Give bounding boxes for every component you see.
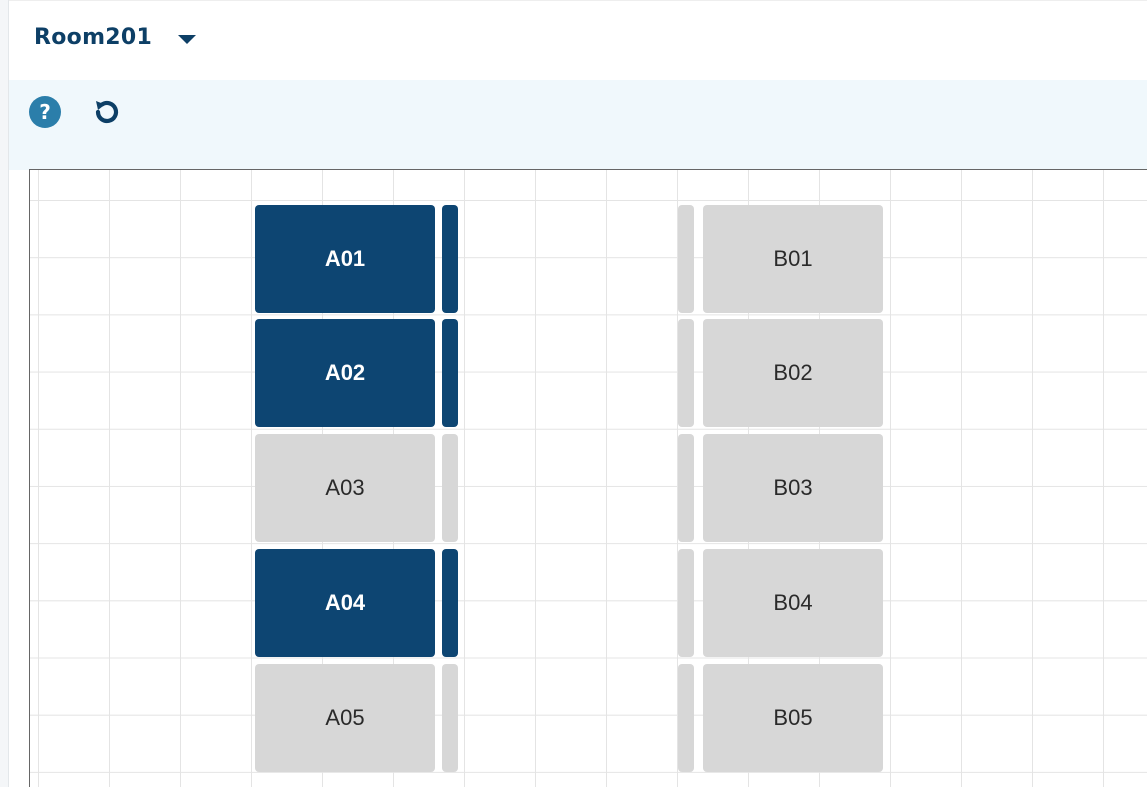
toolbar: ? xyxy=(9,80,1147,170)
seat-a02[interactable]: A02 xyxy=(255,319,460,427)
seat-side-bar xyxy=(678,664,694,772)
seat-label: A03 xyxy=(255,434,435,542)
room-name: Room201 xyxy=(34,25,153,50)
seat-map-canvas: A01 A02 A03 A04 A05 B01 B02 B03 B04 B05 xyxy=(29,169,1147,787)
app-window: Room201 ? A01 A02 A03 A04 A05 B01 B02 B03 B04 B05 xyxy=(0,0,1147,787)
caret-down-icon xyxy=(178,35,197,44)
seat-a03[interactable]: A03 xyxy=(255,434,460,542)
seat-side-bar xyxy=(442,205,458,313)
seat-label: A02 xyxy=(255,319,435,427)
seat-b01[interactable]: B01 xyxy=(678,205,883,313)
help-icon[interactable]: ? xyxy=(29,96,61,128)
seat-side-bar xyxy=(442,434,458,542)
seat-side-bar xyxy=(678,319,694,427)
room-selector-dropdown[interactable]: Room201 xyxy=(34,25,197,50)
seat-side-bar xyxy=(442,664,458,772)
seat-side-bar xyxy=(678,205,694,313)
seat-side-bar xyxy=(678,434,694,542)
seat-label: B03 xyxy=(703,434,883,542)
seat-label: B01 xyxy=(703,205,883,313)
seat-a01[interactable]: A01 xyxy=(255,205,460,313)
seat-side-bar xyxy=(442,319,458,427)
seat-label: A01 xyxy=(255,205,435,313)
seat-label: A05 xyxy=(255,664,435,772)
left-edge xyxy=(0,0,9,787)
seat-b02[interactable]: B02 xyxy=(678,319,883,427)
seat-a04[interactable]: A04 xyxy=(255,549,460,657)
seat-label: B04 xyxy=(703,549,883,657)
seat-b03[interactable]: B03 xyxy=(678,434,883,542)
seat-b04[interactable]: B04 xyxy=(678,549,883,657)
seat-a05[interactable]: A05 xyxy=(255,664,460,772)
header: Room201 xyxy=(9,0,1147,81)
seat-label: A04 xyxy=(255,549,435,657)
seat-label: B05 xyxy=(703,664,883,772)
seat-side-bar xyxy=(678,549,694,657)
seat-b05[interactable]: B05 xyxy=(678,664,883,772)
seat-side-bar xyxy=(442,549,458,657)
refresh-icon[interactable] xyxy=(89,97,123,127)
seat-label: B02 xyxy=(703,319,883,427)
